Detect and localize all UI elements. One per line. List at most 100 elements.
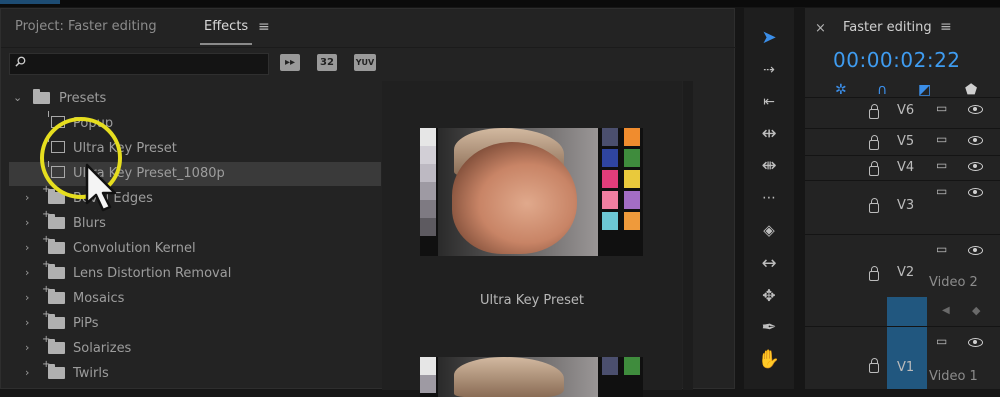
track-v4: V4 ▭ [805, 155, 1000, 180]
color-swatch [602, 170, 618, 188]
hand-tool-icon[interactable]: ✋ [744, 350, 794, 370]
razor-tool-icon[interactable]: ⋯ [744, 188, 794, 208]
tree-folder-convolution-kernel[interactable]: › Convolution Kernel [1, 234, 381, 261]
folder-icon [42, 284, 65, 304]
color-swatch [420, 200, 436, 218]
sync-lock-icon[interactable]: ▭ [936, 334, 947, 348]
chevron-right-icon[interactable]: › [25, 316, 29, 329]
chevron-right-icon[interactable]: › [25, 291, 29, 304]
tree-folder-twirls[interactable]: › Twirls [1, 359, 381, 386]
effects-search-input[interactable] [9, 53, 269, 75]
track-name[interactable]: V4 [897, 160, 914, 175]
eye-icon[interactable] [968, 188, 983, 197]
tree-item-label: Lens Distortion Removal [73, 266, 232, 281]
tree-item-label: Presets [59, 91, 107, 106]
lock-icon[interactable] [869, 358, 879, 373]
nest-sequence-icon[interactable]: ✲ [835, 82, 847, 98]
color-swatch [420, 146, 436, 164]
close-icon[interactable]: × [815, 21, 826, 36]
lock-icon[interactable] [869, 161, 879, 176]
track-name[interactable]: V3 [897, 198, 914, 213]
color-swatch [602, 357, 618, 375]
tree-item-label: Blurs [73, 216, 106, 231]
track-name[interactable]: V2 [897, 265, 914, 280]
linked-selection-icon[interactable]: ◩ [918, 82, 931, 98]
rate-stretch-tool-icon[interactable]: ⇼ [744, 156, 794, 176]
track-name[interactable]: V6 [897, 103, 914, 118]
chevron-right-icon[interactable]: › [25, 366, 29, 379]
previous-keyframe-icon[interactable]: ◀ [942, 305, 950, 316]
folder-icon [33, 89, 50, 104]
color-swatch [624, 191, 640, 209]
32-bit-effects-icon[interactable]: 32 [317, 54, 337, 71]
snap-icon[interactable]: ∩ [877, 82, 887, 98]
lock-icon[interactable] [869, 104, 879, 119]
selection-tool-icon[interactable]: ➤ [744, 28, 794, 48]
tree-folder-solarizes[interactable]: › Solarizes [1, 334, 381, 361]
slide-tool-icon[interactable]: ↔ [744, 254, 794, 274]
playhead-timecode[interactable]: 00:00:02:22 [833, 48, 961, 72]
sync-lock-icon[interactable]: ▭ [936, 158, 947, 172]
color-swatch [602, 128, 618, 146]
pen-tool-icon[interactable]: ✒ [744, 318, 794, 338]
move-tool-icon[interactable]: ✥ [744, 286, 794, 306]
track-v2: V2 Video 2 ▭ ◀ ◆ [805, 234, 1000, 325]
ripple-edit-tool-icon[interactable]: ⇤ [744, 92, 794, 112]
tree-folder-pips[interactable]: › PiPs [1, 309, 381, 336]
track-select-tool-icon[interactable]: ⇢ [744, 60, 794, 80]
panel-menu-icon[interactable]: ≡ [258, 19, 270, 35]
mouse-pointer-icon [85, 163, 117, 212]
lock-icon[interactable] [869, 198, 879, 213]
chevron-down-icon[interactable]: ⌄ [13, 91, 22, 104]
sync-lock-icon[interactable]: ▭ [936, 132, 947, 146]
eye-icon[interactable] [968, 162, 983, 171]
color-swatch [420, 375, 436, 393]
color-swatch [420, 164, 436, 182]
tree-folder-blurs[interactable]: › Blurs [1, 209, 381, 236]
sequence-tab-title[interactable]: Faster editing [843, 20, 932, 35]
add-marker-icon[interactable]: ⬟ [965, 82, 977, 98]
window-top-strip [0, 0, 1000, 7]
slip-tool-icon[interactable]: ◈ [744, 220, 794, 240]
tab-project[interactable]: Project: Faster editing [15, 19, 157, 34]
chevron-right-icon[interactable]: › [25, 216, 29, 229]
preset-thumbnail [420, 128, 643, 256]
tree-item-label: Mosaics [73, 291, 125, 306]
color-swatch [624, 212, 640, 230]
panel-tabs: Project: Faster editing Effects ≡ [1, 9, 736, 48]
accelerated-effects-icon[interactable]: ▸▸ [280, 54, 300, 71]
color-swatch [624, 128, 640, 146]
rolling-edit-tool-icon[interactable]: ⇹ [744, 124, 794, 144]
track-name[interactable]: V1 [897, 360, 914, 375]
tree-folder-presets[interactable]: ⌄ Presets [1, 87, 381, 111]
thumbnail-face [452, 142, 577, 254]
tree-item-label: Convolution Kernel [73, 241, 196, 256]
chevron-right-icon[interactable]: › [25, 241, 29, 254]
color-swatch [624, 170, 640, 188]
tab-effects[interactable]: Effects [204, 19, 248, 34]
folder-icon [42, 334, 65, 354]
eye-icon[interactable] [968, 136, 983, 145]
yuv-effects-icon[interactable]: YUV [354, 54, 376, 71]
sync-lock-icon[interactable]: ▭ [936, 184, 947, 198]
tree-item-label: Solarizes [73, 341, 132, 356]
chevron-right-icon[interactable]: › [25, 341, 29, 354]
sync-lock-icon[interactable]: ▭ [936, 101, 947, 115]
folder-icon [42, 259, 65, 279]
eye-icon[interactable] [968, 246, 983, 255]
keyframe-icon[interactable]: ◆ [972, 304, 980, 317]
lock-icon[interactable] [869, 266, 879, 281]
chevron-right-icon[interactable]: › [25, 191, 29, 204]
chevron-right-icon[interactable]: › [25, 266, 29, 279]
lock-icon[interactable] [869, 135, 879, 150]
sync-lock-icon[interactable]: ▭ [936, 242, 947, 256]
color-swatch [602, 149, 618, 167]
preset-thumbnail-2 [420, 357, 643, 397]
tree-folder-mosaics[interactable]: › Mosaics [1, 284, 381, 311]
panel-menu-icon[interactable]: ≡ [940, 19, 952, 35]
eye-icon[interactable] [968, 338, 983, 347]
tree-folder-lens-distortion-removal[interactable]: › Lens Distortion Removal [1, 259, 381, 286]
eye-icon[interactable] [968, 105, 983, 114]
track-name[interactable]: V5 [897, 134, 914, 149]
preview-scrollbar[interactable] [683, 81, 693, 390]
